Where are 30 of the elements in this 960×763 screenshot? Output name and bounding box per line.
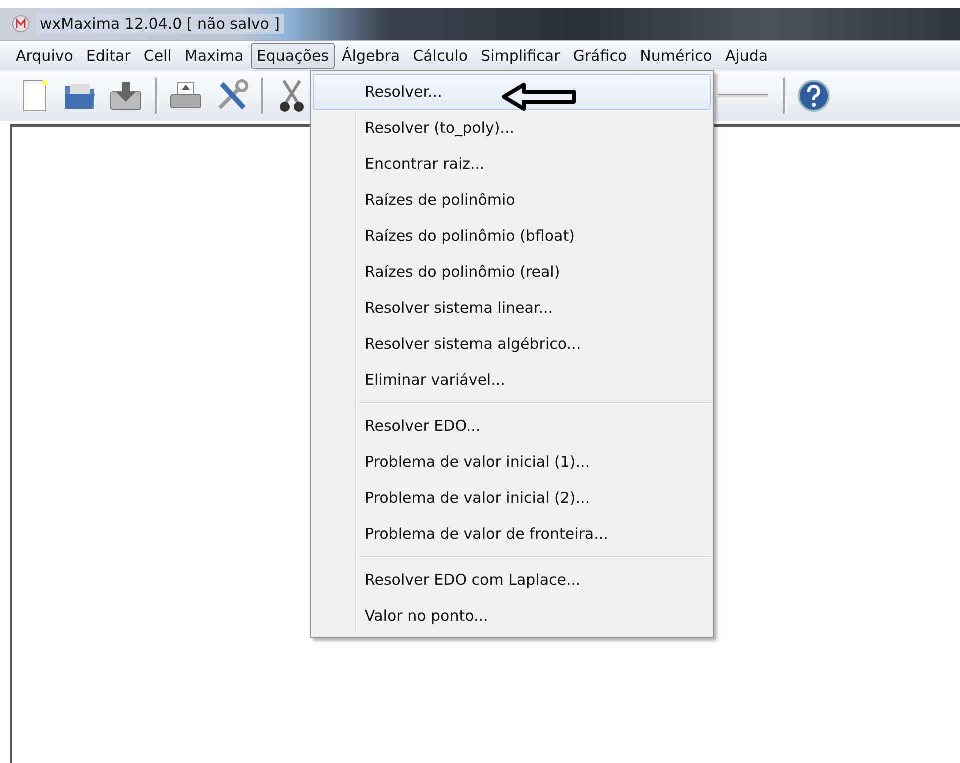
window-title: wxMaxima 12.04.0 [ não salvo ] [36, 14, 284, 34]
menu-item[interactable]: Problema de valor de fronteira... [313, 516, 711, 552]
menu-item[interactable]: Raízes do polinômio (real) [313, 254, 711, 290]
menu-bar-item[interactable]: Maxima [178, 43, 250, 69]
menu-bar-item[interactable]: Simplificar [475, 43, 566, 69]
menu-item[interactable]: Problema de valor inicial (2)... [313, 480, 711, 516]
menu-item[interactable]: Resolver sistema linear... [313, 290, 711, 326]
menu-bar-item[interactable]: Cálculo [407, 43, 474, 69]
menu-bar-item[interactable]: Ajuda [719, 43, 774, 69]
menu-bar-item[interactable]: Cell [138, 43, 178, 69]
menu-item[interactable]: Resolver... [313, 74, 711, 110]
menu-item[interactable]: Valor no ponto... [313, 598, 711, 634]
menu-item[interactable]: Raízes de polinômio [313, 182, 711, 218]
menu-bar-item[interactable]: Álgebra [336, 43, 406, 69]
menu-item[interactable]: Resolver EDO... [313, 408, 711, 444]
menu-item[interactable]: Problema de valor inicial (1)... [313, 444, 711, 480]
menu-bar-item[interactable]: Editar [80, 43, 137, 69]
menu-bar-item[interactable]: Arquivo [10, 43, 80, 69]
help-icon[interactable] [796, 78, 832, 114]
menu-item[interactable]: Eliminar variável... [313, 362, 711, 398]
app-icon [12, 15, 30, 33]
menu-item[interactable]: Raízes do polinômio (bfloat) [313, 218, 711, 254]
menu-bar-item[interactable]: Numérico [634, 43, 718, 69]
menu-bar-item[interactable]: Gráfico [567, 43, 634, 69]
menu-item[interactable]: Resolver EDO com Laplace... [313, 562, 711, 598]
menu-item[interactable]: Resolver (to_poly)... [313, 110, 711, 146]
menu-bar-item[interactable]: Equações [250, 43, 336, 69]
menu-item[interactable]: Encontrar raiz... [313, 146, 711, 182]
arrow-icon [502, 83, 576, 111]
menu-item[interactable]: Resolver sistema algébrico... [313, 326, 711, 362]
